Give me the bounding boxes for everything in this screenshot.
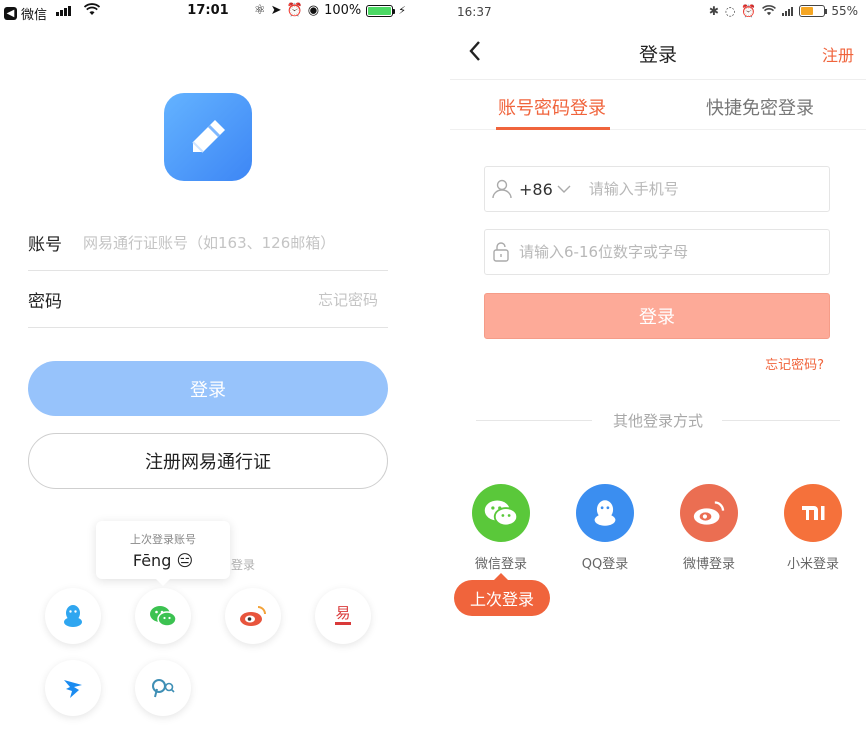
wechat-login-label: 微信登录	[474, 557, 527, 572]
bluetooth-icon: ✱	[708, 4, 719, 18]
wifi-icon	[762, 5, 777, 16]
qq-login[interactable]: QQ登录	[565, 484, 645, 572]
other-login-label: 登录	[231, 558, 256, 572]
register-button[interactable]: 注册网易通行证	[28, 433, 388, 489]
account-row: 账号	[28, 215, 388, 271]
forgot-password-link[interactable]: 忘记密码	[318, 289, 388, 310]
xiaomi-login[interactable]: 小米登录	[773, 484, 853, 572]
qq-login-button[interactable]	[45, 588, 101, 644]
wechat-login-button[interactable]	[135, 588, 191, 644]
chevron-down-icon[interactable]	[557, 184, 571, 194]
alarm-icon: ⏰	[741, 4, 757, 18]
phone-field: +86	[484, 166, 830, 212]
login-button[interactable]: 登录	[28, 361, 388, 416]
wechat-icon[interactable]	[472, 484, 530, 542]
weibo-login[interactable]: 微博登录	[669, 484, 749, 572]
password-label: 密码	[28, 292, 62, 312]
tab-password-login[interactable]: 账号密码登录	[498, 94, 606, 120]
tooltip-name-text: Fēng	[132, 551, 172, 570]
battery-icon	[366, 4, 396, 17]
page-title: 登录	[638, 44, 677, 66]
register-link[interactable]: 注册	[822, 42, 854, 66]
right-login-screen: 16:37 ✱ ◌ ⏰ 55% 登录 注册 账号密码登录 快捷免密登录 +86 …	[450, 0, 866, 739]
mute-icon: ◌	[724, 4, 736, 18]
weibo-icon	[240, 606, 266, 626]
password-row: 密码 忘记密码	[28, 272, 388, 328]
wechat-login[interactable]: 微信登录	[461, 484, 541, 572]
search-magnifier-icon	[152, 679, 175, 698]
account-label: 账号	[28, 235, 62, 255]
navigation-bar: 登录 注册	[450, 24, 866, 80]
password-field	[484, 229, 830, 275]
headphones-icon: ◉	[307, 3, 320, 18]
qq-login-label: QQ登录	[581, 557, 629, 572]
app-logo-pencil-icon	[164, 93, 252, 181]
weibo-login-label: 微博登录	[682, 557, 735, 572]
weibo-login-button[interactable]	[225, 588, 281, 644]
screen-gap	[416, 0, 450, 739]
login-button[interactable]: 登录	[484, 293, 830, 339]
weibo-icon[interactable]	[680, 484, 738, 542]
last-login-badge: 上次登录	[454, 573, 550, 616]
lock-icon	[493, 242, 509, 262]
user-icon	[492, 179, 512, 199]
battery-percent: 55%	[831, 4, 858, 18]
dingtalk-login-button[interactable]	[45, 660, 101, 716]
login-tabs: 账号密码登录 快捷免密登录	[450, 80, 866, 130]
forgot-password-link[interactable]: 忘记密码?	[765, 354, 824, 373]
battery-icon	[799, 5, 828, 17]
active-tab-indicator	[496, 127, 610, 130]
xiaomi-login-label: 小米登录	[786, 557, 839, 572]
ios-status-bar: ◀ 微信 17:01 ⚛ ➤ ⏰ ◉ 100% ⚡	[0, 0, 416, 23]
qq-icon[interactable]	[576, 484, 634, 542]
yixin-login-button[interactable]: 易	[315, 588, 371, 644]
password-input[interactable]	[83, 290, 318, 309]
svg-text:易: 易	[335, 604, 350, 622]
lofter-login-button[interactable]	[135, 660, 191, 716]
battery-percent: 100%	[324, 3, 362, 18]
status-right-icons: ✱ ◌ ⏰ 55%	[709, 4, 858, 18]
dingtalk-icon	[64, 680, 82, 698]
alarm-icon: ⏰	[286, 3, 303, 18]
tooltip-emoji: 😑	[176, 551, 194, 570]
xiaomi-icon[interactable]	[784, 484, 842, 542]
wechat-icon	[150, 606, 177, 627]
divider-right	[722, 420, 840, 421]
account-input[interactable]	[83, 233, 388, 252]
charging-icon: ⚡	[398, 4, 406, 17]
signal-icon	[782, 6, 794, 16]
phone-input[interactable]	[588, 180, 829, 198]
android-status-bar: 16:37 ✱ ◌ ⏰ 55%	[450, 0, 866, 24]
tooltip-title: 上次登录账号	[130, 533, 196, 546]
qq-icon	[64, 605, 82, 627]
left-login-screen: ◀ 微信 17:01 ⚛ ➤ ⏰ ◉ 100% ⚡ 账号 网易通行证账号（如16…	[0, 0, 416, 739]
status-right-icons: ⚛ ➤ ⏰ ◉ 100% ⚡	[254, 3, 406, 18]
lock-rotation-icon: ⚛	[254, 3, 266, 18]
password-input[interactable]	[519, 243, 829, 261]
tooltip-account-name: Fēng 😑	[96, 551, 230, 570]
tab-quick-login[interactable]: 快捷免密登录	[706, 94, 814, 120]
status-time: 16:37	[457, 5, 492, 19]
last-login-tooltip: 上次登录账号 Fēng 😑	[96, 521, 230, 586]
yixin-icon: 易	[335, 604, 351, 625]
country-code[interactable]: +86	[519, 180, 553, 199]
location-icon: ➤	[270, 3, 282, 18]
